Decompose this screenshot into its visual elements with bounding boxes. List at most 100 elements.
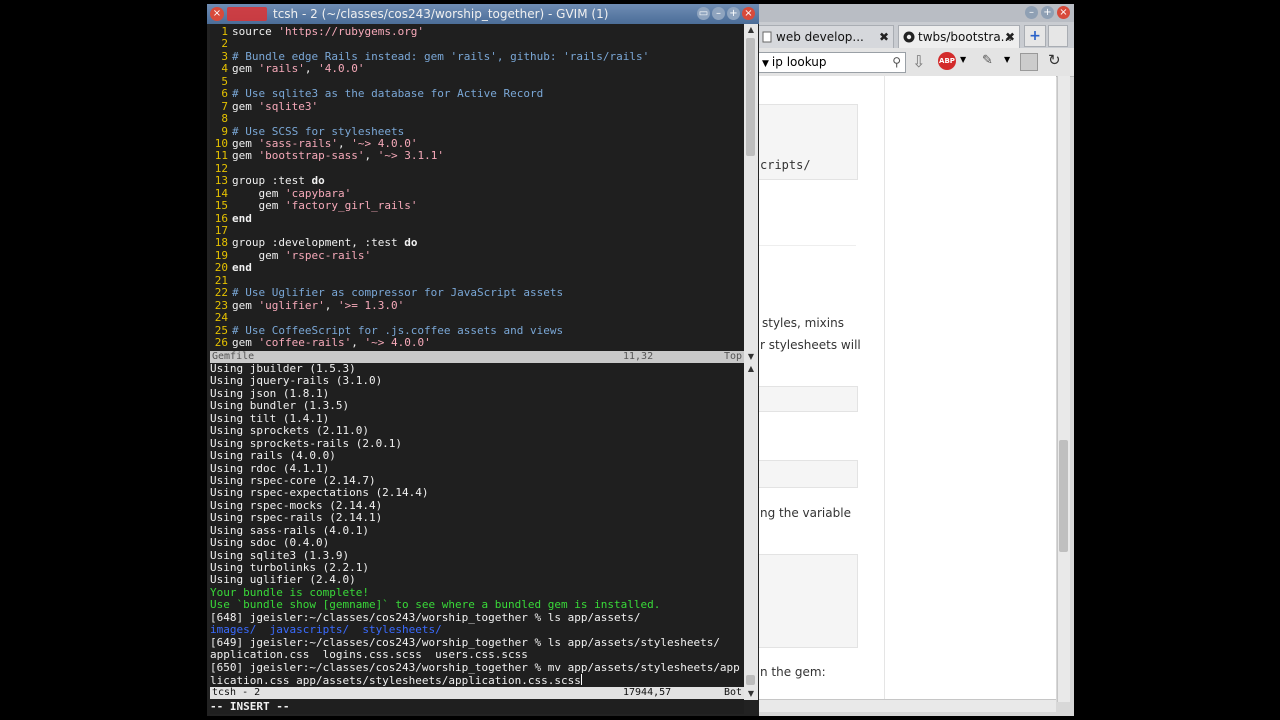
line-number: 8 <box>221 112 228 126</box>
scroll-up-icon[interactable]: ▲ <box>744 363 758 375</box>
code-token: # Bundle edge Rails instead: gem 'rails'… <box>232 49 650 63</box>
scrollbar-thumb[interactable] <box>746 675 755 685</box>
close-icon[interactable]: × <box>210 7 224 21</box>
reload-icon[interactable]: ↻ <box>1048 51 1061 69</box>
page-text: cripts/ <box>760 158 811 172</box>
code-token: , <box>364 149 378 163</box>
code-token: 'sqlite3' <box>258 99 319 113</box>
line-number: 13 <box>214 174 228 188</box>
code-block <box>758 554 858 648</box>
code-token: # Use Uglifier as compressor for JavaScr… <box>232 286 564 300</box>
scroll-up-icon[interactable]: ▲ <box>744 24 758 36</box>
editor-pane[interactable]: 1 source 'https://rubygems.org' 2 3 # Bundle… <box>210 24 744 353</box>
code-line: 4 gem 'rails', '4.0.0' <box>210 62 744 76</box>
close-icon[interactable]: × <box>1057 6 1070 19</box>
terminal-text: Using rspec-expectations (2.14.4) <box>210 486 429 500</box>
new-tab-button[interactable]: + <box>1024 25 1046 47</box>
terminal-text: lication.css app/assets/stylesheets/appl… <box>210 673 581 687</box>
terminal-text: [648] jgeisler:~/classes/cos243/worship_… <box>210 610 641 624</box>
download-icon[interactable]: ⇩ <box>912 52 925 71</box>
code-token: 'sass-rails' <box>258 136 338 150</box>
code-token: '~> 3.1.1' <box>377 149 444 163</box>
terminal-text: Using json (1.8.1) <box>210 386 330 400</box>
minimize-icon[interactable]: – <box>712 7 725 20</box>
code-line: 23 gem 'uglifier', '>= 1.3.0' <box>210 298 744 312</box>
code-line: 11 gem 'bootstrap-sass', '~> 3.1.1' <box>210 149 744 163</box>
cursor <box>580 673 582 685</box>
browser-tab-strip: web develop... ✖ twbs/bootstra... ✖ + <box>744 22 1074 48</box>
code-token: , <box>304 62 319 76</box>
code-token: 'factory_girl_rails' <box>284 199 418 213</box>
tab-label: web develop... <box>776 30 864 44</box>
terminal-status-line: tcsh - 2 17944,57 Bot <box>210 687 744 699</box>
extension-icon[interactable]: ✎ <box>982 53 993 68</box>
maximize-icon[interactable]: + <box>727 7 740 20</box>
status-cursor-position: 11,32 <box>623 351 654 362</box>
terminal-text: Using uglifier (2.4.0) <box>210 573 356 587</box>
gvim-window: × tcsh - 2 (~/classes/cos243/worship_tog… <box>207 4 759 716</box>
status-scroll-position: Bot <box>723 687 742 698</box>
gvim-titlebar[interactable]: × tcsh - 2 (~/classes/cos243/worship_tog… <box>207 4 759 24</box>
close-tab-icon[interactable]: ✖ <box>879 26 889 48</box>
code-token: group <box>232 236 272 250</box>
code-token: '~> 4.0.0' <box>351 136 418 150</box>
terminal-text: [650] jgeisler:~/classes/cos243/worship_… <box>210 660 740 674</box>
code-token: '>= 1.3.0' <box>337 298 405 312</box>
tab-web-development[interactable]: web develop... ✖ <box>756 25 894 48</box>
line-number: 26 <box>214 335 228 349</box>
dropdown-arrow-icon[interactable]: ▼ <box>960 55 966 64</box>
tab-list-button[interactable] <box>1048 25 1068 47</box>
editor-scrollbar[interactable]: ▲ ▼ <box>744 24 758 363</box>
code-token: , <box>324 298 338 312</box>
close-tab-icon[interactable]: ✖ <box>1005 26 1015 48</box>
terminal-text: Your bundle is complete! <box>210 585 369 599</box>
browser-titlebar[interactable]: – + × <box>744 4 1074 22</box>
maximize-icon[interactable]: + <box>1041 6 1054 19</box>
terminal-pane[interactable]: Using jbuilder (1.5.3) Using jquery-rails… <box>210 363 744 687</box>
terminal-scrollbar[interactable]: ▲ ▼ <box>744 363 758 700</box>
code-line: 7 gem 'sqlite3' <box>210 99 744 113</box>
code-token: group <box>232 174 272 188</box>
code-token: # Use CoffeeScript for .js.coffee assets… <box>232 323 564 337</box>
addon-icon[interactable] <box>1020 53 1038 71</box>
terminal-text: images/ javascripts/ stylesheets/ <box>210 623 442 637</box>
close-icon[interactable]: × <box>742 7 755 20</box>
shade-icon[interactable]: ▭ <box>697 7 710 20</box>
page-text: r stylesheets will <box>760 338 861 352</box>
code-token: 'capybara' <box>284 186 352 200</box>
line-number: 15 <box>214 199 228 213</box>
status-filename: tcsh - 2 <box>212 687 261 698</box>
page-text: n the gem: <box>760 665 826 679</box>
scrollbar-thumb[interactable] <box>1059 440 1068 552</box>
line-number: 11 <box>214 149 228 163</box>
terminal-line: lication.css app/assets/stylesheets/appl… <box>210 673 744 687</box>
search-input[interactable]: ▼ ip lookup ⚲ <box>758 52 906 73</box>
window-menu-icon[interactable] <box>227 7 267 21</box>
code-line: 16 end <box>210 212 744 225</box>
tab-twbs-bootstrap[interactable]: twbs/bootstra... ✖ <box>898 25 1020 48</box>
divider <box>758 245 856 246</box>
code-line: 19 gem 'rspec-rails' <box>210 249 744 262</box>
terminal-text: Using rspec-core (2.14.7) <box>210 473 376 487</box>
page-scrollbar[interactable] <box>1057 76 1070 702</box>
scroll-down-icon[interactable]: ▼ <box>744 688 758 700</box>
minimize-icon[interactable]: – <box>1025 6 1038 19</box>
code-token: 'uglifier' <box>258 298 325 312</box>
dropdown-arrow-icon[interactable]: ▼ <box>762 59 769 69</box>
terminal-text: Using rspec-rails (2.14.1) <box>210 511 383 525</box>
scrollbar-thumb[interactable] <box>746 38 755 156</box>
code-token: # Use sqlite3 as the database for Active… <box>232 87 544 101</box>
line-number: 4 <box>221 62 228 76</box>
line-number: 20 <box>214 261 228 275</box>
code-token: , <box>351 335 365 349</box>
adblock-icon[interactable]: ABP <box>938 52 956 70</box>
code-token: 'rails' <box>258 62 305 76</box>
horizontal-scrollbar[interactable] <box>758 699 1056 712</box>
code-token: gem <box>232 99 259 113</box>
code-token: '~> 4.0.0' <box>364 335 431 349</box>
code-token: gem <box>232 186 285 200</box>
dropdown-arrow-icon[interactable]: ▼ <box>1004 55 1010 64</box>
search-icon[interactable]: ⚲ <box>892 53 901 72</box>
status-cursor-position: 17944,57 <box>623 687 672 698</box>
scroll-down-icon[interactable]: ▼ <box>744 351 758 363</box>
